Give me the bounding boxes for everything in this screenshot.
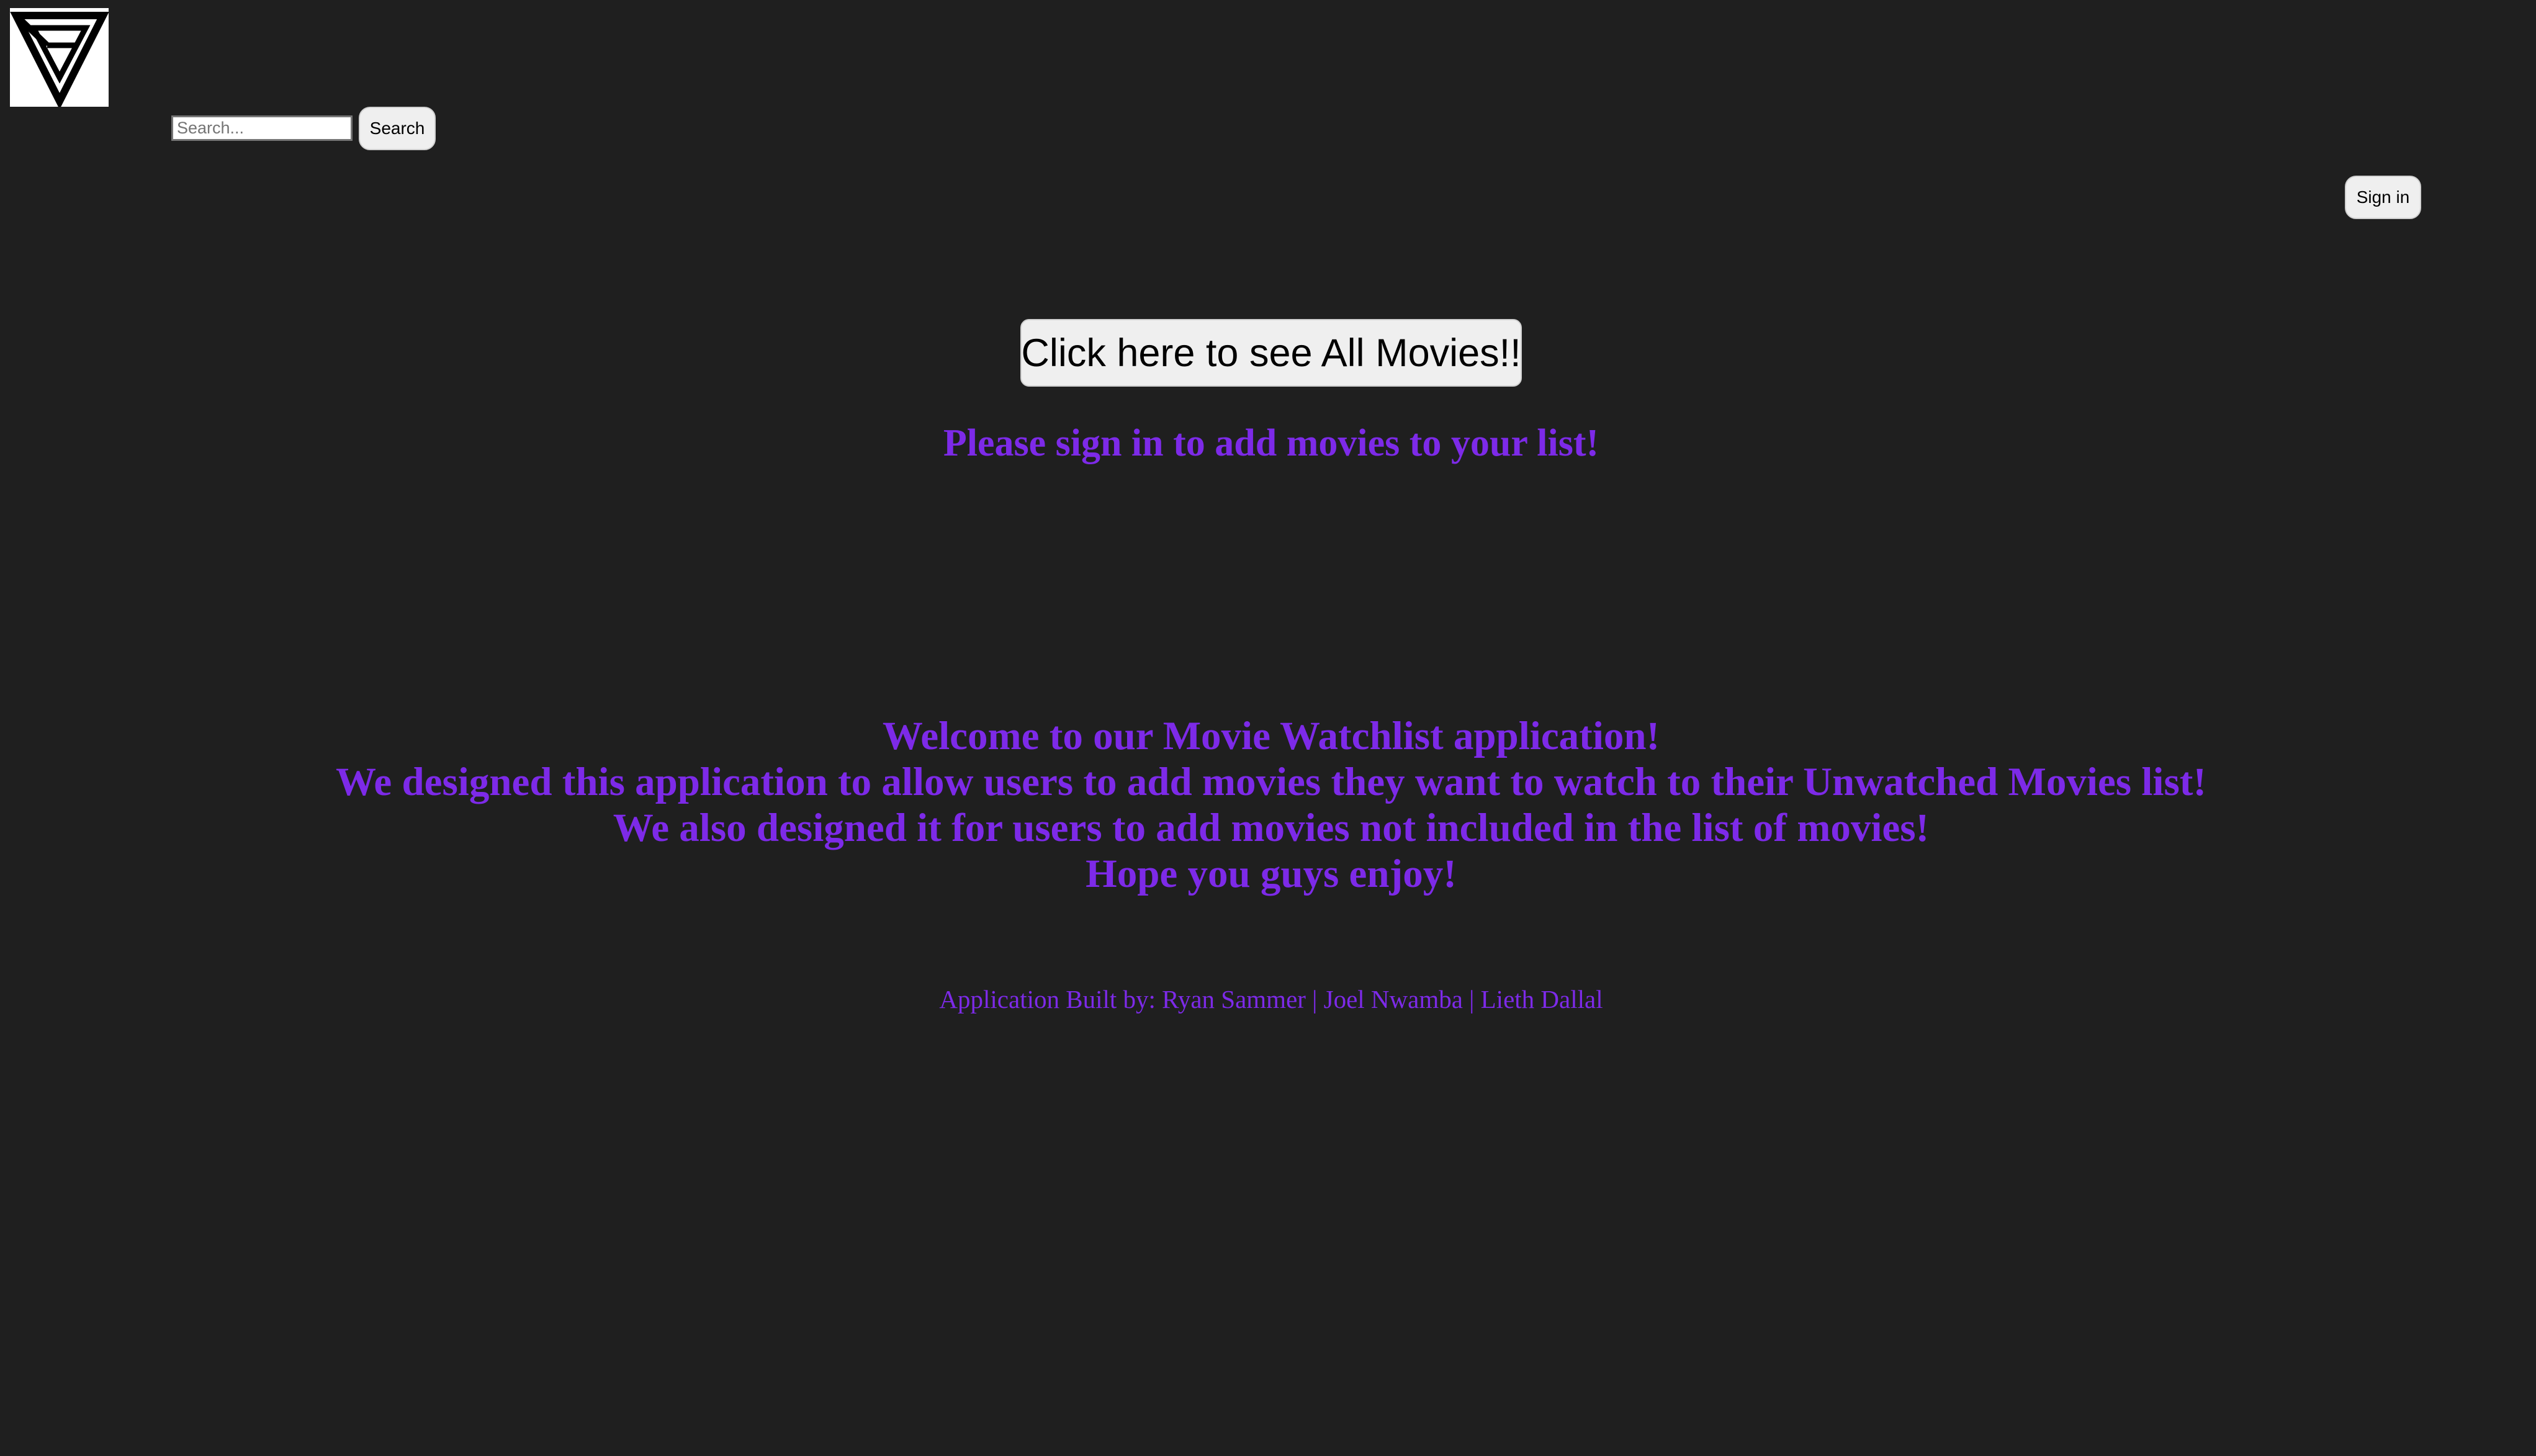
welcome-line: We also designed it for users to add mov… xyxy=(613,806,1930,850)
logo[interactable] xyxy=(10,8,109,107)
welcome-line: We designed this application to allow us… xyxy=(335,760,2207,804)
triangle-monogram-logo-icon xyxy=(10,12,109,107)
welcome-line: Hope you guys enjoy! xyxy=(1086,852,1457,896)
welcome-message: Welcome to our Movie Watchlist applicati… xyxy=(0,713,2536,897)
credits-text: Application Built by: Ryan Sammer | Joel… xyxy=(939,985,1603,1013)
welcome-line: Welcome to our Movie Watchlist applicati… xyxy=(882,714,1660,758)
sign-in-button[interactable]: Sign in xyxy=(2345,176,2421,219)
search-input[interactable] xyxy=(171,115,353,141)
search-button[interactable]: Search xyxy=(359,107,436,150)
sign-in-prompt: Please sign in to add movies to your lis… xyxy=(943,422,1599,464)
all-movies-button[interactable]: Click here to see All Movies!! xyxy=(1020,319,1522,387)
